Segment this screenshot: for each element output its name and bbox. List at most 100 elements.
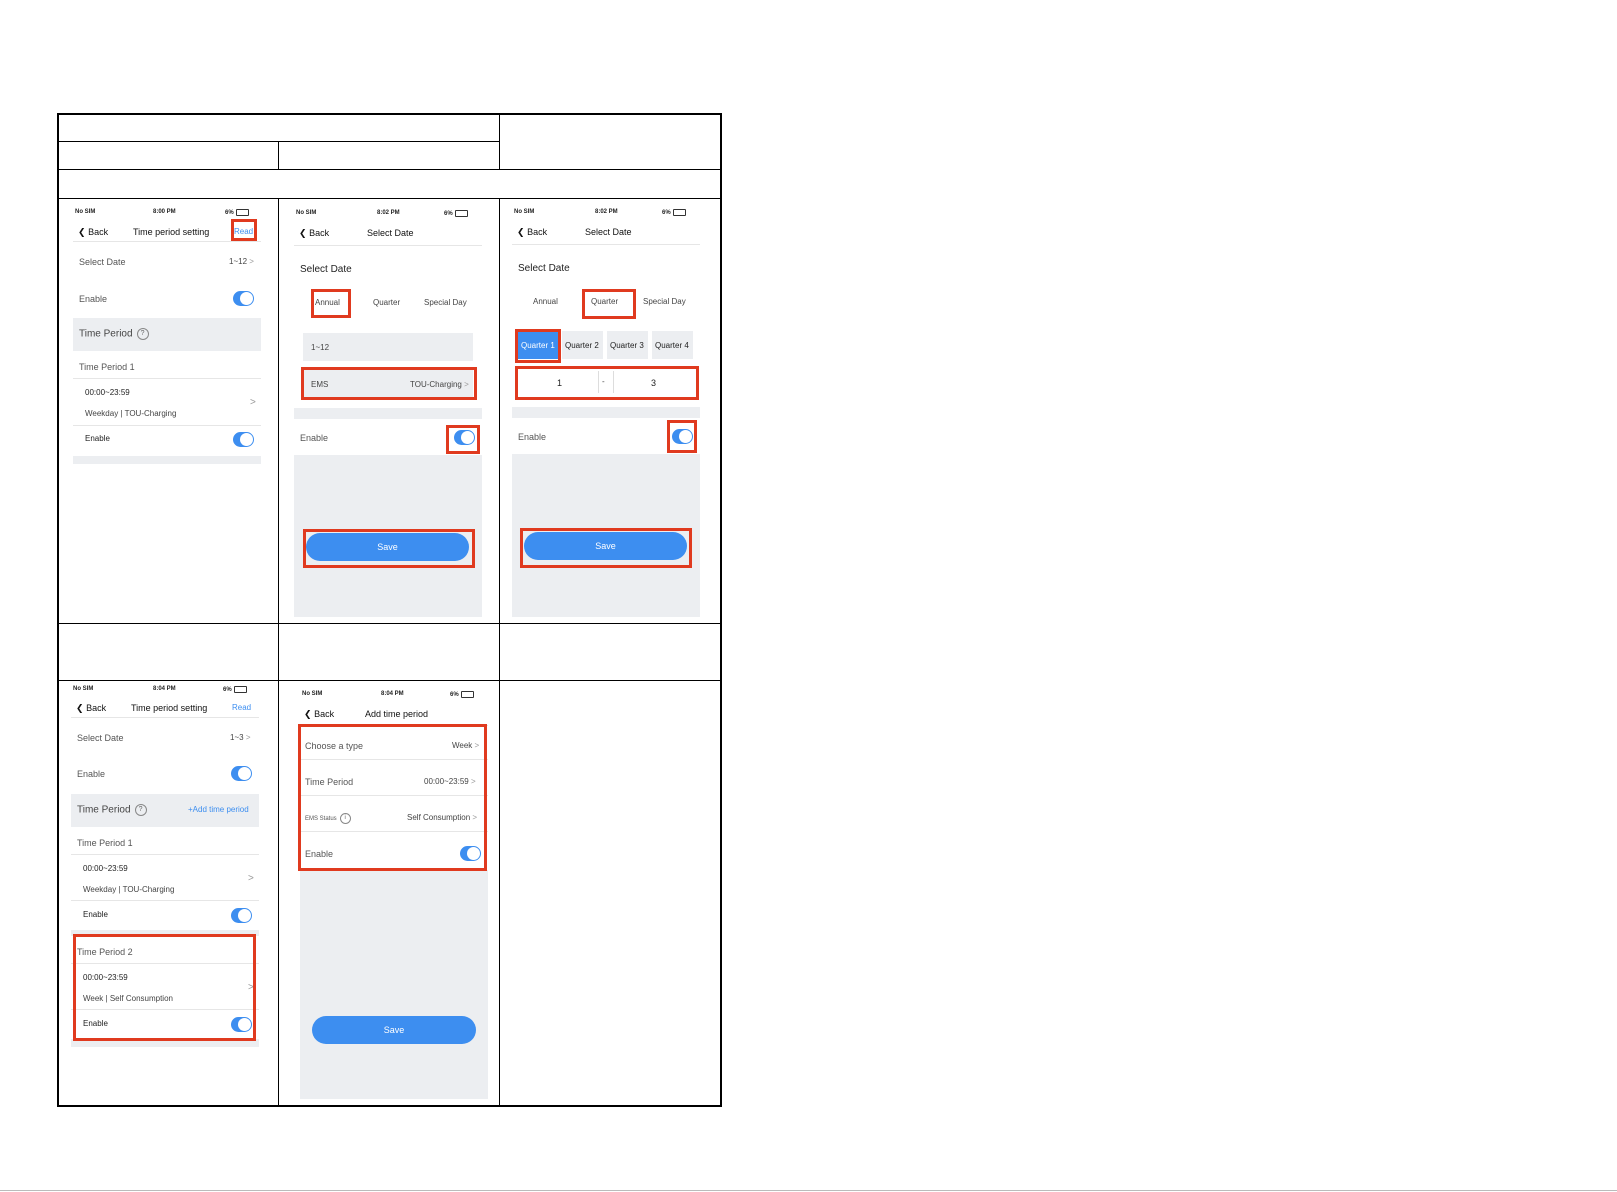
enable-label: Enable: [300, 433, 329, 443]
highlight-month-range: [515, 366, 699, 400]
table-line: [278, 623, 279, 1106]
period1-enable-toggle[interactable]: [231, 908, 252, 923]
quarter-4-label: Quarter 4: [655, 341, 689, 350]
highlight-time-period-2: [73, 934, 256, 1041]
table-border-left: [57, 113, 59, 1107]
highlight-enable-toggle: [446, 425, 480, 454]
tab-quarter[interactable]: Quarter: [373, 298, 400, 307]
table-border-bottom: [57, 1105, 722, 1107]
table-line: [499, 113, 500, 170]
back-button[interactable]: ❮ Back: [78, 227, 108, 238]
battery-icon: [460, 691, 474, 698]
table-line: [57, 198, 722, 199]
status-carrier: No SIM: [75, 209, 96, 215]
back-label: Back: [88, 227, 109, 237]
period1-time[interactable]: 00:00~23:59: [85, 388, 130, 397]
back-button[interactable]: ❮ Back: [304, 709, 334, 720]
enable-label: Enable: [79, 294, 108, 304]
highlight-annual-tab: [311, 289, 351, 318]
status-battery: 6%: [225, 209, 249, 216]
battery-icon: [672, 209, 686, 216]
chevron-right-icon: >: [248, 873, 254, 884]
battery-icon: [454, 210, 468, 217]
time-period-title: Time Period?: [77, 804, 147, 816]
quarter-3-label: Quarter 3: [610, 341, 644, 350]
highlight-read: [231, 219, 257, 241]
period1-enable-toggle[interactable]: [233, 432, 254, 447]
read-button[interactable]: Read: [232, 703, 251, 712]
enable-label: Enable: [518, 432, 547, 442]
status-carrier: No SIM: [514, 209, 535, 215]
status-time: 8:04 PM: [153, 686, 176, 692]
select-date-label: Select Date: [77, 733, 124, 743]
status-time: 8:02 PM: [595, 209, 618, 215]
period1-name: Time Period 1: [79, 362, 135, 372]
select-date-value[interactable]: 1~12 >: [229, 257, 254, 266]
battery-icon: [233, 686, 247, 693]
select-date-label: Select Date: [79, 257, 126, 267]
table-line: [57, 623, 722, 624]
status-battery: 6%: [662, 209, 686, 216]
highlight-enable-toggle: [667, 420, 697, 453]
period1-name: Time Period 1: [77, 838, 133, 848]
status-battery: 6%: [450, 691, 474, 698]
chevron-right-icon: >: [249, 257, 254, 266]
table-border-right: [720, 113, 722, 1107]
enable-toggle[interactable]: [233, 291, 254, 306]
select-date-heading: Select Date: [300, 264, 352, 275]
status-battery: 6%: [223, 686, 247, 693]
period1-enable-label: Enable: [83, 910, 108, 919]
select-date-heading: Select Date: [518, 263, 570, 274]
highlight-quarter-1: [515, 329, 561, 363]
highlight-ems-row: [301, 367, 477, 400]
back-button[interactable]: ❮ Back: [299, 228, 329, 239]
screen-time-period-setting: No SIM 8:00 PM 6% ❮ Back Time period set…: [73, 207, 261, 467]
help-icon[interactable]: ?: [136, 328, 149, 340]
table-border-top: [57, 113, 722, 115]
chevron-left-icon: ❮: [304, 709, 312, 719]
date-range-value: 1~12: [311, 343, 330, 352]
period1-enable-label: Enable: [85, 434, 110, 443]
period1-detail: Weekday | TOU-Charging: [85, 409, 177, 418]
tab-special-day[interactable]: Special Day: [643, 297, 686, 306]
period1-detail: Weekday | TOU-Charging: [83, 885, 175, 894]
battery-icon: [235, 209, 249, 216]
page-title: Select Date: [367, 228, 414, 238]
status-time: 8:04 PM: [381, 691, 404, 697]
chevron-left-icon: ❮: [299, 228, 307, 238]
tab-special-day[interactable]: Special Day: [424, 298, 467, 307]
enable-label: Enable: [77, 769, 106, 779]
help-icon[interactable]: ?: [134, 804, 147, 816]
add-time-period-button[interactable]: +Add time period: [188, 805, 249, 814]
page-title: Time period setting: [131, 703, 208, 713]
time-period-title: Time Period?: [79, 328, 149, 340]
status-time: 8:00 PM: [153, 209, 176, 215]
highlight-save-button: [520, 528, 692, 568]
back-button[interactable]: ❮ Back: [517, 227, 547, 238]
highlight-add-time-period-form: [298, 724, 487, 871]
chevron-left-icon: ❮: [76, 703, 84, 713]
status-battery: 6%: [444, 210, 468, 217]
table-line: [499, 198, 500, 624]
select-date-value[interactable]: 1~3 >: [230, 733, 250, 742]
table-line: [278, 198, 279, 624]
chevron-left-icon: ❮: [517, 227, 525, 237]
tab-annual[interactable]: Annual: [533, 297, 558, 306]
page-title: Select Date: [585, 227, 632, 237]
page-footer-line: [0, 1190, 1617, 1191]
status-carrier: No SIM: [302, 691, 323, 697]
highlight-quarter-tab: [582, 289, 636, 319]
status-time: 8:02 PM: [377, 210, 400, 216]
chevron-right-icon: >: [250, 397, 256, 408]
battery-text: 6%: [225, 210, 234, 217]
page-title: Add time period: [365, 709, 429, 719]
quarter-2-label: Quarter 2: [565, 341, 599, 350]
period1-time[interactable]: 00:00~23:59: [83, 864, 128, 873]
table-line: [57, 680, 722, 681]
back-button[interactable]: ❮ Back: [76, 703, 106, 714]
save-button[interactable]: Save: [312, 1016, 476, 1044]
table-line: [499, 623, 500, 1106]
enable-toggle[interactable]: [231, 766, 252, 781]
table-line: [278, 141, 279, 170]
status-carrier: No SIM: [73, 686, 94, 692]
